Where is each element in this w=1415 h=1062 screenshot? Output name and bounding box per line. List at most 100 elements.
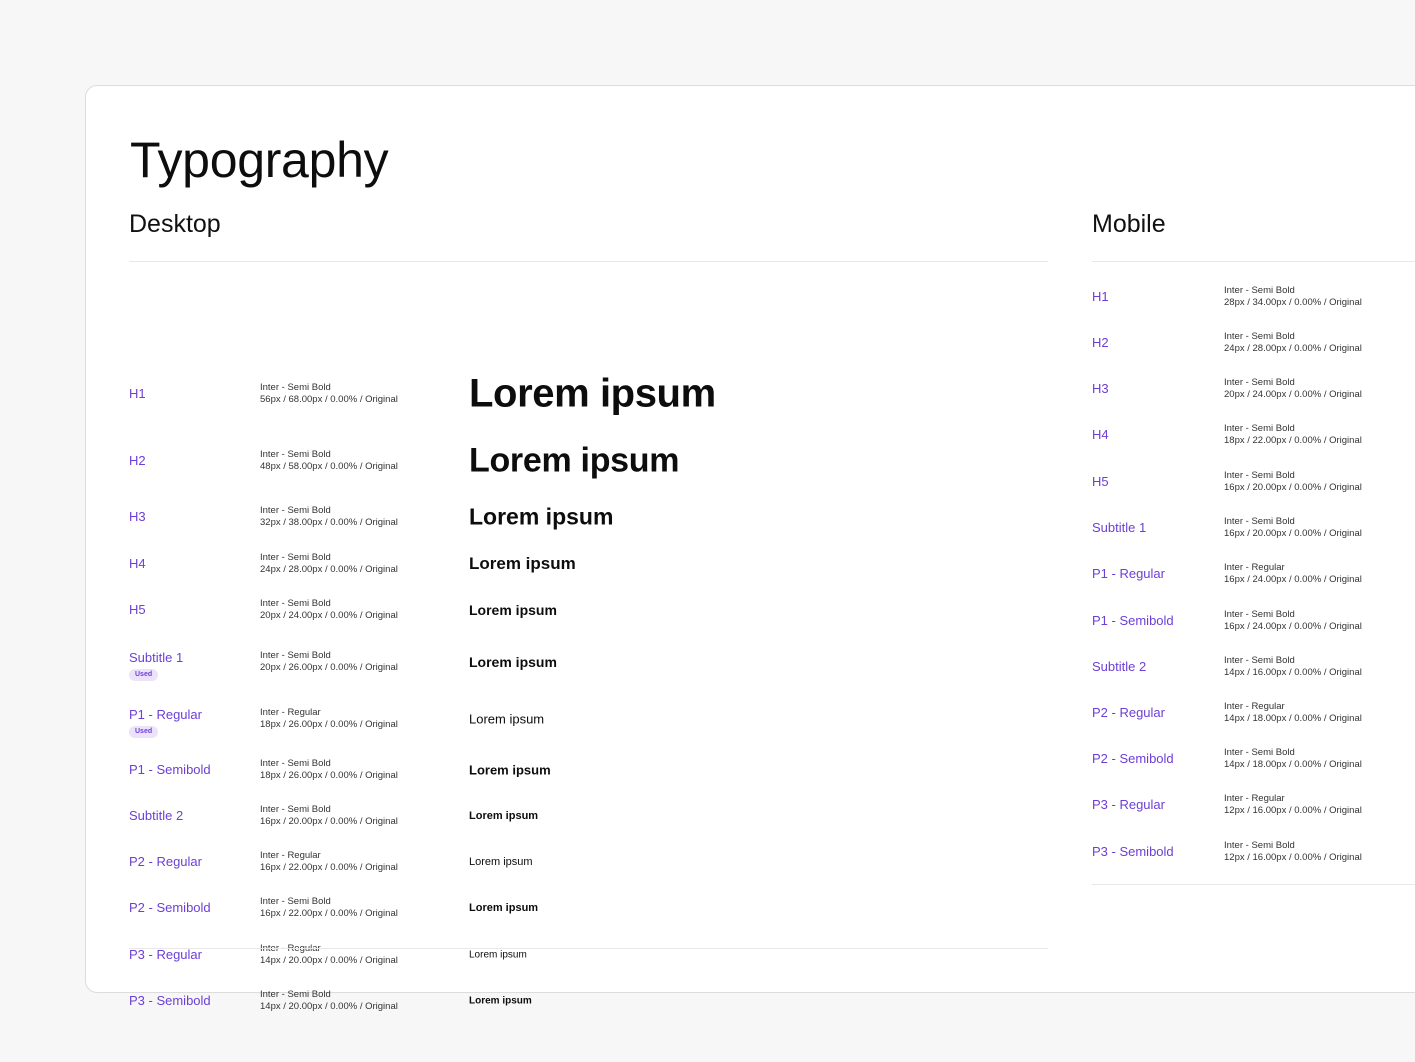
style-spec: Inter - Regular 12px / 16.00px / 0.00% / …: [1224, 793, 1362, 817]
style-name: P3 - Regular: [1092, 797, 1165, 812]
style-spec: Inter - Semi Bold 18px / 26.00px / 0.00% …: [260, 758, 398, 782]
style-spec: Inter - Semi Bold 12px / 16.00px / 0.00% …: [1224, 840, 1362, 864]
mobile-bottom-divider: [1092, 884, 1415, 885]
spec-font: Inter - Semi Bold: [1224, 516, 1295, 527]
spec-metrics: 24px / 28.00px / 0.00% / Original: [260, 564, 398, 575]
spec-metrics: 14px / 20.00px / 0.00% / Original: [260, 955, 398, 966]
type-row-h3: H3 Inter - Semi Bold 32px / 38.00px / 0.0…: [129, 497, 1048, 537]
style-name: H5: [129, 602, 146, 617]
spec-metrics: 16px / 22.00px / 0.00% / Original: [260, 862, 398, 873]
style-spec: Inter - Semi Bold 32px / 38.00px / 0.00% …: [260, 505, 398, 529]
spec-metrics: 12px / 16.00px / 0.00% / Original: [1224, 805, 1362, 816]
style-name: P2 - Semibold: [1092, 751, 1174, 766]
style-spec: Inter - Semi Bold 16px / 20.00px / 0.00% …: [1224, 470, 1362, 494]
style-name: H2: [129, 453, 146, 468]
mobile-row-subtitle-2: Subtitle 2 Inter - Semi Bold 14px / 16.00…: [1092, 647, 1415, 687]
style-name: H5: [1092, 474, 1109, 489]
desktop-type-table: H1 Inter - Semi Bold 56px / 68.00px / 0.0…: [129, 262, 1048, 1012]
spec-metrics: 18px / 26.00px / 0.00% / Original: [260, 770, 398, 781]
spec-font: Inter - Semi Bold: [1224, 609, 1295, 620]
style-name: P3 - Semibold: [1092, 844, 1174, 859]
style-spec: Inter - Regular 14px / 18.00px / 0.00% / …: [1224, 701, 1362, 725]
style-name: P2 - Regular: [1092, 705, 1165, 720]
type-sample: Lorem ipsum: [469, 554, 576, 573]
style-name: H3: [129, 509, 146, 524]
desktop-section-title: Desktop: [129, 210, 221, 238]
spec-metrics: 16px / 24.00px / 0.00% / Original: [1224, 621, 1362, 632]
type-row-h5: H5 Inter - Semi Bold 20px / 24.00px / 0.0…: [129, 590, 1048, 630]
spec-font: Inter - Semi Bold: [260, 598, 331, 609]
spec-font: Inter - Semi Bold: [260, 989, 331, 1000]
style-name: H3: [1092, 381, 1109, 396]
style-name: Subtitle 1: [1092, 520, 1147, 535]
mobile-row-p3-semibold: P3 - Semibold Inter - Semi Bold 12px / 16…: [1092, 832, 1415, 872]
type-row-subtitle-1: Subtitle 1 Used Inter - Semi Bold 20px / …: [129, 642, 1048, 682]
style-spec: Inter - Semi Bold 20px / 24.00px / 0.00% …: [1224, 377, 1362, 401]
style-name: Subtitle 2: [1092, 659, 1147, 674]
mobile-type-table: H1 Inter - Semi Bold 28px / 34.00px / 0.0…: [1092, 262, 1415, 884]
type-row-p1-regular: P1 - Regular Used Inter - Regular 18px / …: [129, 699, 1048, 739]
spec-font: Inter - Semi Bold: [1224, 655, 1295, 666]
type-row-h4: H4 Inter - Semi Bold 24px / 28.00px / 0.0…: [129, 544, 1048, 584]
style-name: P1 - Regular: [1092, 566, 1165, 581]
style-name: P1 - Semibold: [129, 762, 211, 777]
mobile-row-p1-regular: P1 - Regular Inter - Regular 16px / 24.00…: [1092, 554, 1415, 594]
style-name: P1 - Semibold: [1092, 613, 1174, 628]
type-sample: Lorem ipsum: [469, 602, 557, 618]
style-spec: Inter - Semi Bold 20px / 24.00px / 0.00% …: [260, 598, 398, 622]
type-sample: Lorem ipsum: [469, 949, 527, 961]
style-spec: Inter - Semi Bold 14px / 16.00px / 0.00% …: [1224, 655, 1362, 679]
style-spec: Inter - Semi Bold 14px / 20.00px / 0.00% …: [260, 989, 398, 1013]
style-name: P2 - Semibold: [129, 900, 211, 915]
spec-metrics: 28px / 34.00px / 0.00% / Original: [1224, 297, 1362, 308]
spec-font: Inter - Regular: [1224, 793, 1285, 804]
spec-metrics: 16px / 20.00px / 0.00% / Original: [260, 816, 398, 827]
spec-metrics: 14px / 18.00px / 0.00% / Original: [1224, 759, 1362, 770]
spec-font: Inter - Regular: [1224, 562, 1285, 573]
style-name: P3 - Regular: [129, 947, 202, 962]
style-spec: Inter - Semi Bold 16px / 22.00px / 0.00% …: [260, 896, 398, 920]
type-sample: Lorem ipsum: [469, 762, 551, 778]
spec-font: Inter - Semi Bold: [260, 758, 331, 769]
mobile-row-p3-regular: P3 - Regular Inter - Regular 12px / 16.00…: [1092, 785, 1415, 825]
spec-metrics: 16px / 20.00px / 0.00% / Original: [1224, 528, 1362, 539]
type-sample: Lorem ipsum: [469, 902, 539, 914]
style-name: P2 - Regular: [129, 854, 202, 869]
style-spec: Inter - Semi Bold 16px / 20.00px / 0.00% …: [1224, 516, 1362, 540]
style-name: P1 - Regular: [129, 707, 202, 722]
spec-metrics: 32px / 38.00px / 0.00% / Original: [260, 517, 398, 528]
mobile-row-h4: H4 Inter - Semi Bold 18px / 22.00px / 0.0…: [1092, 415, 1415, 455]
spec-font: Inter - Regular: [260, 707, 321, 718]
spec-font: Inter - Regular: [1224, 701, 1285, 712]
mobile-row-p1-semibold: P1 - Semibold Inter - Semi Bold 16px / 24…: [1092, 601, 1415, 641]
spec-font: Inter - Semi Bold: [260, 650, 331, 661]
type-row-subtitle-2: Subtitle 2 Inter - Semi Bold 16px / 20.00…: [129, 796, 1048, 836]
type-row-p3-regular: P3 - Regular Inter - Regular14px / 20.00…: [129, 935, 1048, 975]
spec-font: Inter - Semi Bold: [1224, 470, 1295, 481]
style-spec: Inter - Semi Bold 18px / 22.00px / 0.00% …: [1224, 423, 1362, 447]
spec-font: Inter - Semi Bold: [260, 804, 331, 815]
style-spec: Inter - Semi Bold 16px / 20.00px / 0.00% …: [260, 804, 398, 828]
page-title: Typography: [130, 132, 389, 188]
spec-font: Inter - Semi Bold: [260, 449, 331, 460]
style-name: Subtitle 2: [129, 808, 184, 823]
style-spec: Inter - Regular 18px / 26.00px / 0.00% / …: [260, 707, 398, 731]
spec-metrics: 16px / 24.00px / 0.00% / Original: [1224, 574, 1362, 585]
spec-metrics: 56px / 68.00px / 0.00% / Original: [260, 394, 398, 405]
spec-metrics: 16px / 22.00px / 0.00% / Original: [260, 908, 398, 919]
type-sample: Lorem ipsum: [469, 503, 614, 530]
style-spec: Inter - Semi Bold 48px / 58.00px / 0.00% …: [260, 449, 398, 473]
mobile-row-p2-regular: P2 - Regular Inter - Regular 14px / 18.00…: [1092, 693, 1415, 733]
mobile-row-h5: H5 Inter - Semi Bold 16px / 20.00px / 0.0…: [1092, 462, 1415, 502]
spec-metrics: 16px / 20.00px / 0.00% / Original: [1224, 482, 1362, 493]
style-name: H4: [1092, 427, 1109, 442]
spec-metrics: 14px / 20.00px / 0.00% / Original: [260, 1001, 398, 1012]
style-spec: Inter - Semi Bold 14px / 18.00px / 0.00% …: [1224, 747, 1362, 771]
spec-font: Inter - Regular: [260, 850, 321, 861]
style-name: P3 - Semibold: [129, 993, 211, 1008]
style-name: H1: [1092, 289, 1109, 304]
type-sample: Lorem ipsum: [469, 711, 545, 727]
type-row-p3-semibold: P3 - Semibold Inter - Semi Bold 14px / 20…: [129, 981, 1048, 1021]
desktop-bottom-divider: [129, 948, 1048, 949]
spec-metrics: 20px / 24.00px / 0.00% / Original: [260, 610, 398, 621]
